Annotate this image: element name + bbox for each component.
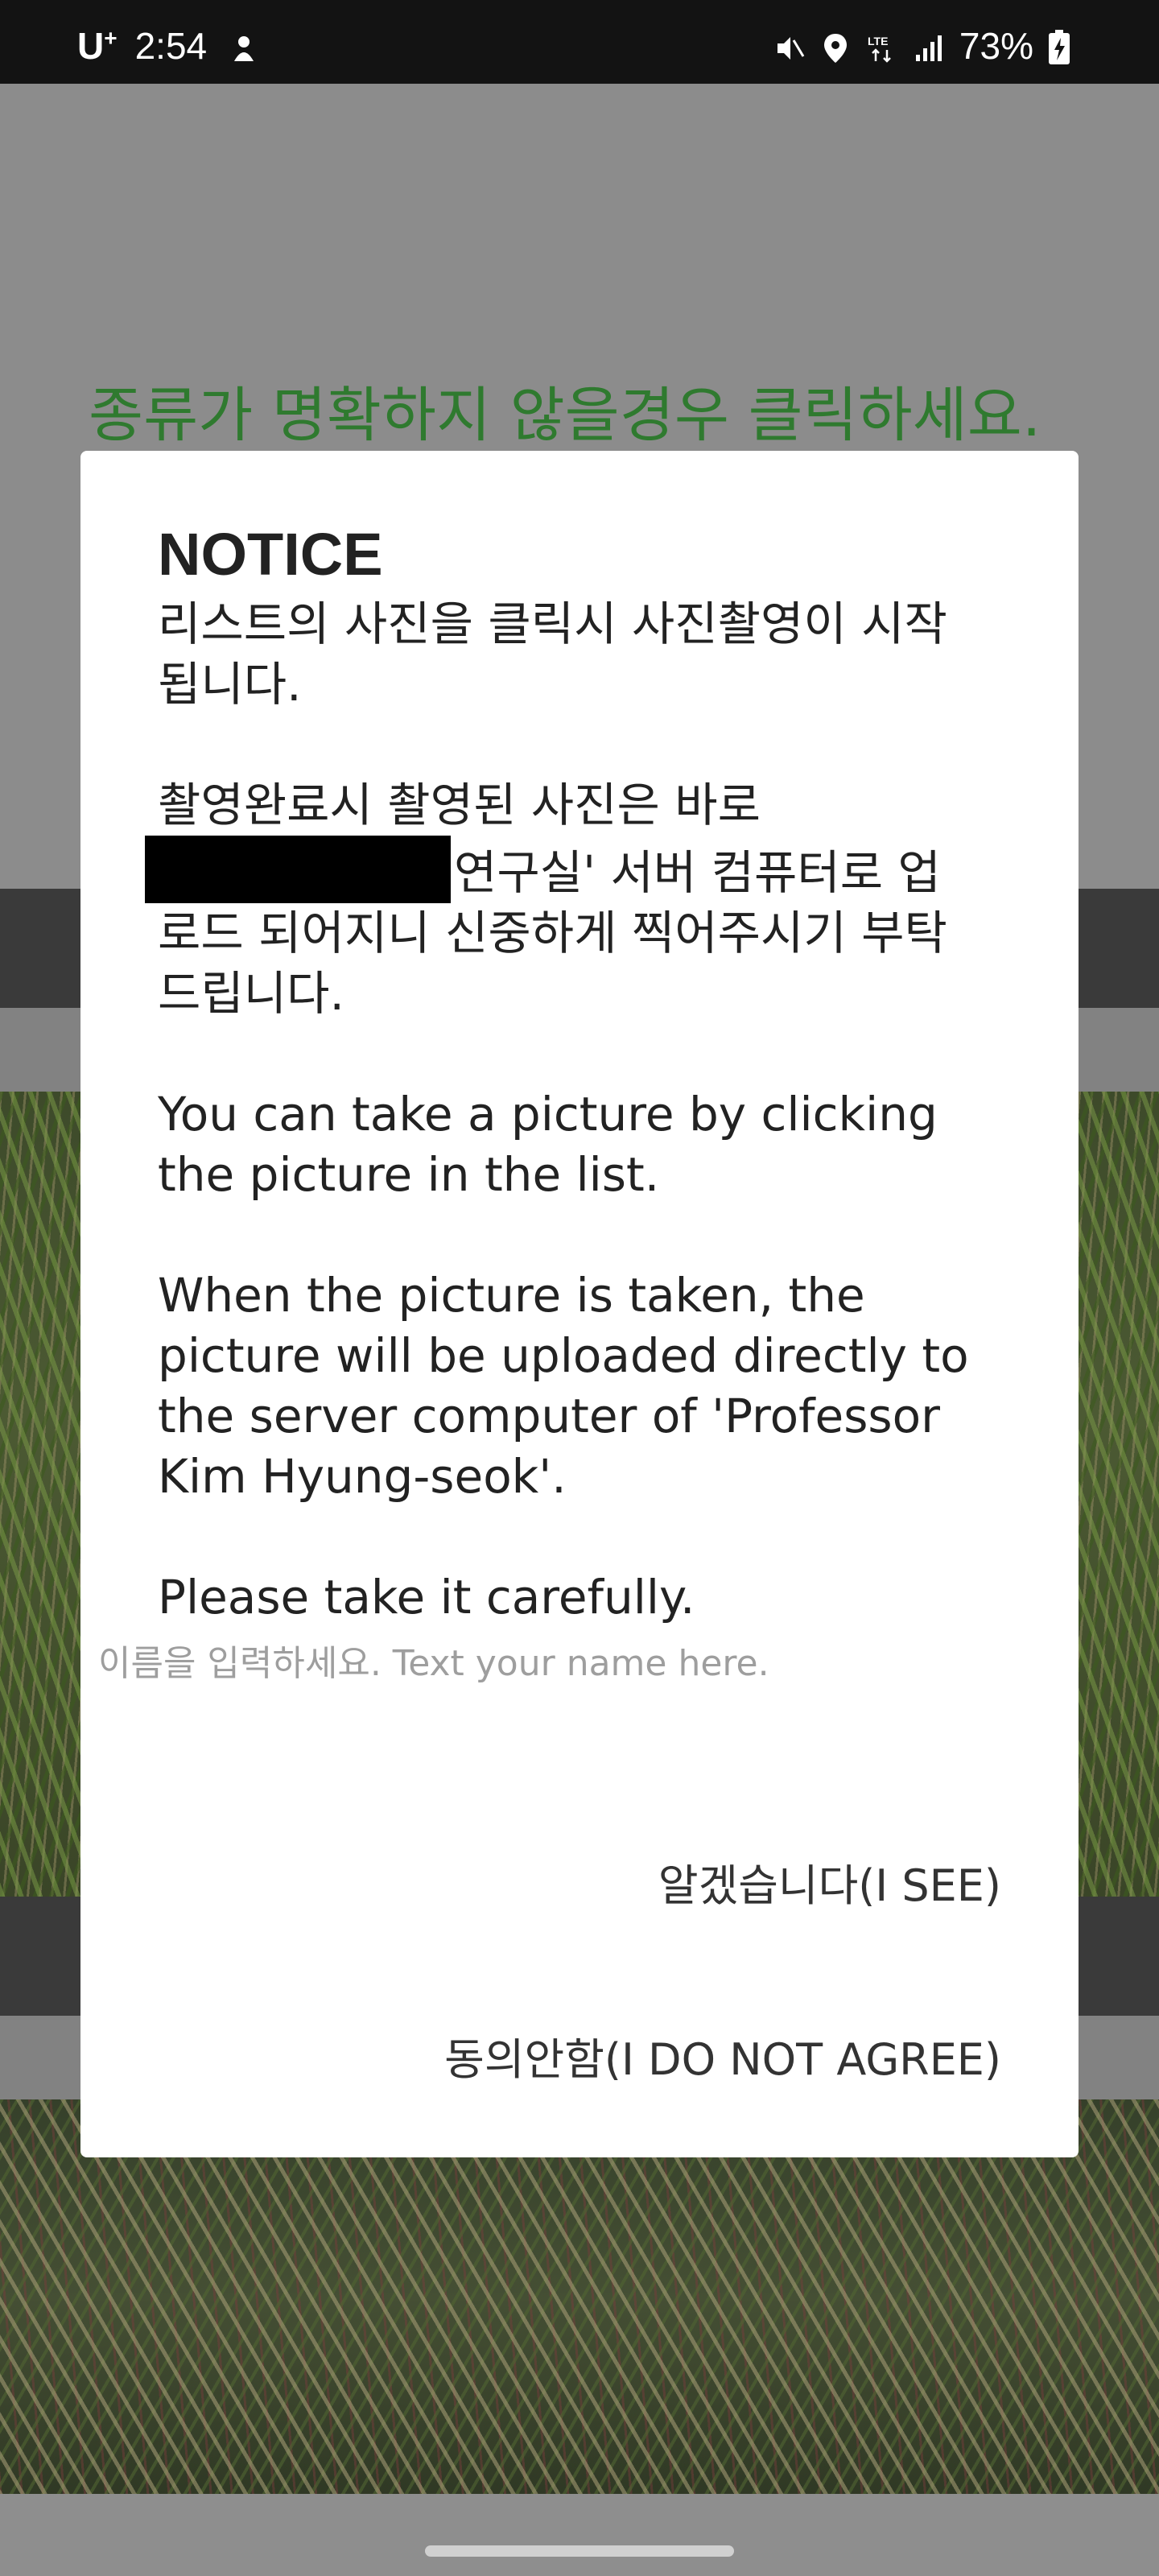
notice-paragraph-english-1: You can take a picture by clicking the p… — [158, 1087, 938, 1202]
location-icon — [819, 30, 852, 63]
notice-paragraph-english-2: When the picture is taken, the picture w… — [158, 1268, 969, 1504]
redaction-box — [145, 836, 451, 903]
svg-text:LTE: LTE — [868, 35, 888, 47]
navigation-bar — [0, 2494, 1159, 2576]
dialog-message: 리스트의 사진을 클릭시 사진촬영이 시작됩니다. 촬영완료시 촬영된 사진은 … — [145, 594, 971, 1688]
notification-icon — [228, 30, 260, 62]
mute-icon — [773, 30, 805, 62]
do-not-agree-button[interactable]: 동의안함(I DO NOT AGREE) — [444, 2024, 1001, 2087]
dialog-title: NOTICE — [158, 521, 383, 588]
carrier-label: U+ — [77, 25, 118, 67]
battery-icon — [1048, 30, 1080, 64]
notice-paragraph-english-3: Please take it carefully. — [158, 1570, 695, 1624]
status-bar-right: LTE 73% — [773, 24, 1080, 68]
name-input[interactable] — [98, 1631, 1048, 1695]
home-gesture-handle[interactable] — [425, 2545, 734, 2557]
species-unclear-prompt: 종류가 명확하지 않을경우 클릭하세요. — [89, 381, 1041, 450]
status-bar-left: U+ 2:54 — [77, 24, 260, 68]
battery-percent: 73% — [959, 25, 1033, 67]
status-bar: U+ 2:54 LTE 73% — [0, 0, 1159, 84]
clock: 2:54 — [134, 25, 208, 67]
lte-icon: LTE — [866, 30, 898, 63]
plant-photo — [0, 2099, 1159, 2497]
notice-paragraph-korean-1: 리스트의 사진을 클릭시 사진촬영이 시작됩니다. — [158, 597, 947, 712]
signal-icon — [913, 30, 945, 62]
notice-dialog: NOTICE 리스트의 사진을 클릭시 사진촬영이 시작됩니다. 촬영완료시 촬… — [80, 451, 1079, 2157]
notice-paragraph-korean-2: 촬영완료시 촬영된 사진은 바로 연구실' 서버 컴퓨터로 업로드 되어지니 신중… — [145, 775, 971, 1024]
i-see-button[interactable]: 알겠습니다(I SEE) — [658, 1850, 1001, 1913]
